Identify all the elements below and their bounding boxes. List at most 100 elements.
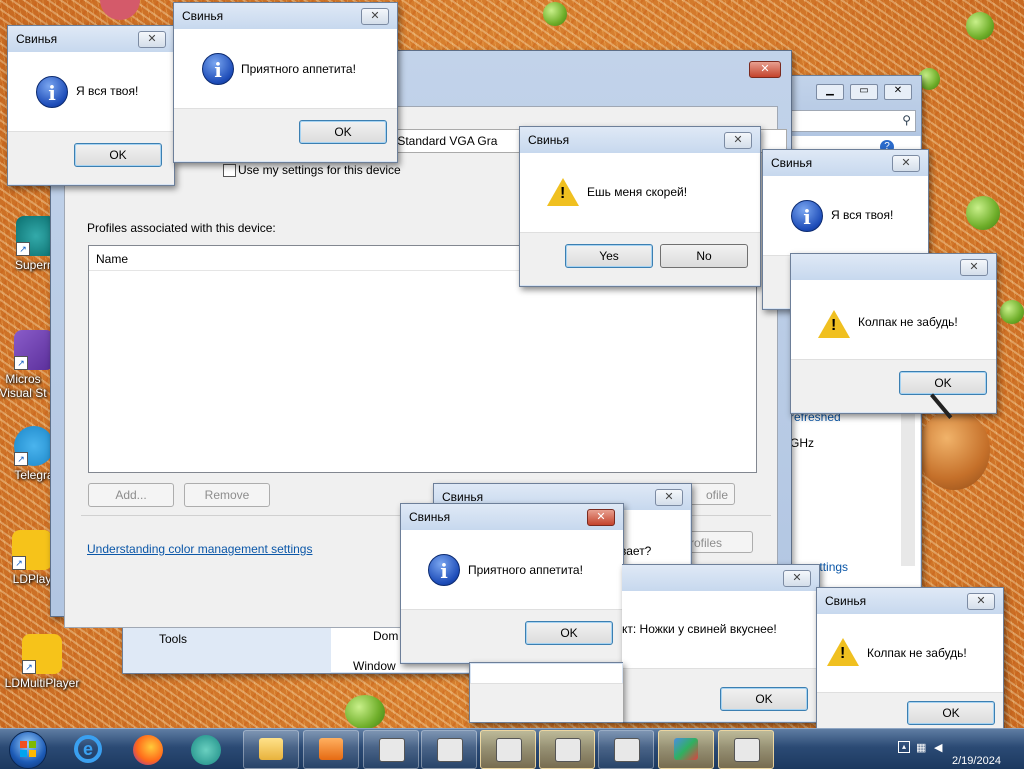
- yes-button[interactable]: Yes: [565, 244, 653, 268]
- close-icon[interactable]: ✕: [884, 84, 912, 100]
- pumpkin-decoration: [918, 410, 990, 490]
- close-icon[interactable]: ✕: [892, 155, 920, 172]
- info-icon: i: [428, 554, 460, 586]
- taskbar-explorer[interactable]: [243, 730, 299, 769]
- close-icon[interactable]: ✕: [967, 593, 995, 610]
- dialog-titlebar: Свинья ✕: [520, 127, 760, 153]
- brain-decoration: [100, 0, 140, 20]
- taskbar: e ▴ ▦ ◀ 2/19/2024: [0, 728, 1024, 769]
- desktop-icon-label: LDMultiPlayer: [4, 676, 80, 690]
- internet-explorer-icon[interactable]: e: [70, 733, 106, 765]
- windows-logo-icon: [9, 731, 47, 769]
- column-header-name[interactable]: Name: [96, 252, 128, 266]
- telegram-icon: ↗: [14, 426, 54, 466]
- message-dialog: Свинья ✕ i Я вся твоя! OK: [7, 25, 175, 186]
- pea-decoration: [966, 12, 994, 40]
- use-settings-checkbox[interactable]: [223, 164, 236, 177]
- warning-icon: !: [818, 310, 850, 338]
- ok-button[interactable]: OK: [899, 371, 987, 395]
- dialog-message: Ешь меня скорей!: [587, 185, 688, 199]
- desktop-icon-ldmultiplayer[interactable]: ↗ LDMultiPlayer: [2, 634, 82, 690]
- ok-button[interactable]: OK: [525, 621, 613, 645]
- close-icon[interactable]: ✕: [361, 8, 389, 25]
- pea-decoration: [1000, 300, 1024, 324]
- media-player-icon: [319, 738, 343, 760]
- search-input[interactable]: ⚲: [790, 110, 916, 132]
- start-button[interactable]: [2, 730, 54, 769]
- dialog-body: i Я вся твоя! OK: [8, 52, 174, 184]
- dialog-titlebar: Свинья ✕: [817, 588, 1003, 614]
- display-icon: [674, 738, 698, 760]
- ldplayer-icon: ↗: [12, 530, 52, 570]
- dialog-footer: Yes No: [520, 232, 760, 285]
- app-window-icon: [614, 738, 640, 762]
- dialog-message: Я вся твоя!: [76, 84, 139, 98]
- maximize-button[interactable]: ▭: [850, 84, 878, 100]
- dialog-message: Колпак не забудь!: [858, 315, 958, 329]
- taskbar-media[interactable]: [303, 730, 359, 769]
- app-green-icon[interactable]: [188, 733, 224, 765]
- desktop-icon-label: Micros Visual St: [0, 372, 47, 400]
- confirm-dialog: Свинья ✕ ! Ешь меня скорей! Yes No: [519, 126, 761, 287]
- taskbar-display[interactable]: [658, 730, 714, 769]
- taskbar-app[interactable]: [598, 730, 654, 769]
- dialog-body: i Приятного аппетита! OK: [174, 29, 397, 161]
- remove-button[interactable]: Remove: [184, 483, 270, 507]
- search-icon: ⚲: [902, 113, 911, 127]
- profiles-button[interactable]: rofiles: [685, 531, 753, 553]
- ok-button[interactable]: OK: [907, 701, 995, 725]
- understanding-color-link[interactable]: Understanding color management settings: [87, 542, 312, 556]
- dialog-message: кт: Ножки у свиней вкуснее!: [622, 622, 777, 636]
- cpu-speed-text: GHz: [790, 436, 814, 450]
- message-dialog: ✕ ! Колпак не забудь! OK: [790, 253, 997, 414]
- dialog-footer: OK: [401, 609, 623, 662]
- close-icon[interactable]: ✕: [655, 489, 683, 506]
- ok-button[interactable]: OK: [720, 687, 808, 711]
- minimize-button[interactable]: ▁: [816, 84, 844, 100]
- dialog-titlebar: ✕: [622, 565, 819, 591]
- taskbar-app[interactable]: [421, 730, 477, 769]
- ok-button[interactable]: OK: [74, 143, 162, 167]
- dialog-title: Свинья: [16, 32, 58, 46]
- close-icon[interactable]: ✕: [138, 31, 166, 48]
- system-tray: ▴ ▦ ◀ 2/19/2024: [814, 729, 1024, 769]
- network-icon[interactable]: ▦: [916, 741, 928, 754]
- pea-decoration: [543, 2, 567, 26]
- folder-icon: [259, 738, 283, 760]
- close-icon[interactable]: ✕: [783, 570, 811, 587]
- close-icon[interactable]: ✕: [960, 259, 988, 276]
- warning-icon: !: [547, 178, 579, 206]
- dialog-titlebar: Свинья ✕: [174, 3, 397, 29]
- dialog-body: ! Колпак не забудь! OK: [791, 280, 996, 412]
- add-button[interactable]: Add...: [88, 483, 174, 507]
- info-icon: i: [791, 200, 823, 232]
- dialog-title: Свинья: [771, 156, 813, 170]
- close-icon[interactable]: ✕: [724, 132, 752, 149]
- dialog-title: Свинья: [528, 133, 570, 147]
- taskbar-app[interactable]: [480, 730, 536, 769]
- show-hidden-icon[interactable]: ▴: [898, 741, 910, 753]
- close-icon[interactable]: ✕: [749, 61, 781, 78]
- app-window-icon: [437, 738, 463, 762]
- taskbar-app[interactable]: [363, 730, 419, 769]
- firefox-icon[interactable]: [130, 733, 166, 765]
- dialog-message: Я вся твоя!: [831, 208, 894, 222]
- info-icon: i: [36, 76, 68, 108]
- message-dialog-bottom: [469, 662, 623, 723]
- taskbar-app[interactable]: [539, 730, 595, 769]
- dialog-titlebar: Свинья ✕: [763, 150, 928, 176]
- use-settings-label: Use my settings for this device: [238, 163, 401, 177]
- volume-icon[interactable]: ◀: [934, 741, 946, 754]
- profiles-label: Profiles associated with this device:: [87, 221, 276, 235]
- message-dialog: Свинья ✕ ! Колпак не забудь! OK: [816, 587, 1004, 745]
- close-icon[interactable]: ✕: [587, 509, 615, 526]
- message-dialog: ✕ кт: Ножки у свиней вкуснее! OK: [622, 564, 820, 723]
- ok-button[interactable]: OK: [299, 120, 387, 144]
- pea-decoration: [345, 695, 385, 729]
- app-window-icon: [496, 738, 522, 762]
- dialog-titlebar: ✕: [791, 254, 996, 280]
- clock-date[interactable]: 2/19/2024: [952, 755, 1001, 767]
- control-panel-text: Window: [353, 659, 396, 673]
- taskbar-app[interactable]: [718, 730, 774, 769]
- no-button[interactable]: No: [660, 244, 748, 268]
